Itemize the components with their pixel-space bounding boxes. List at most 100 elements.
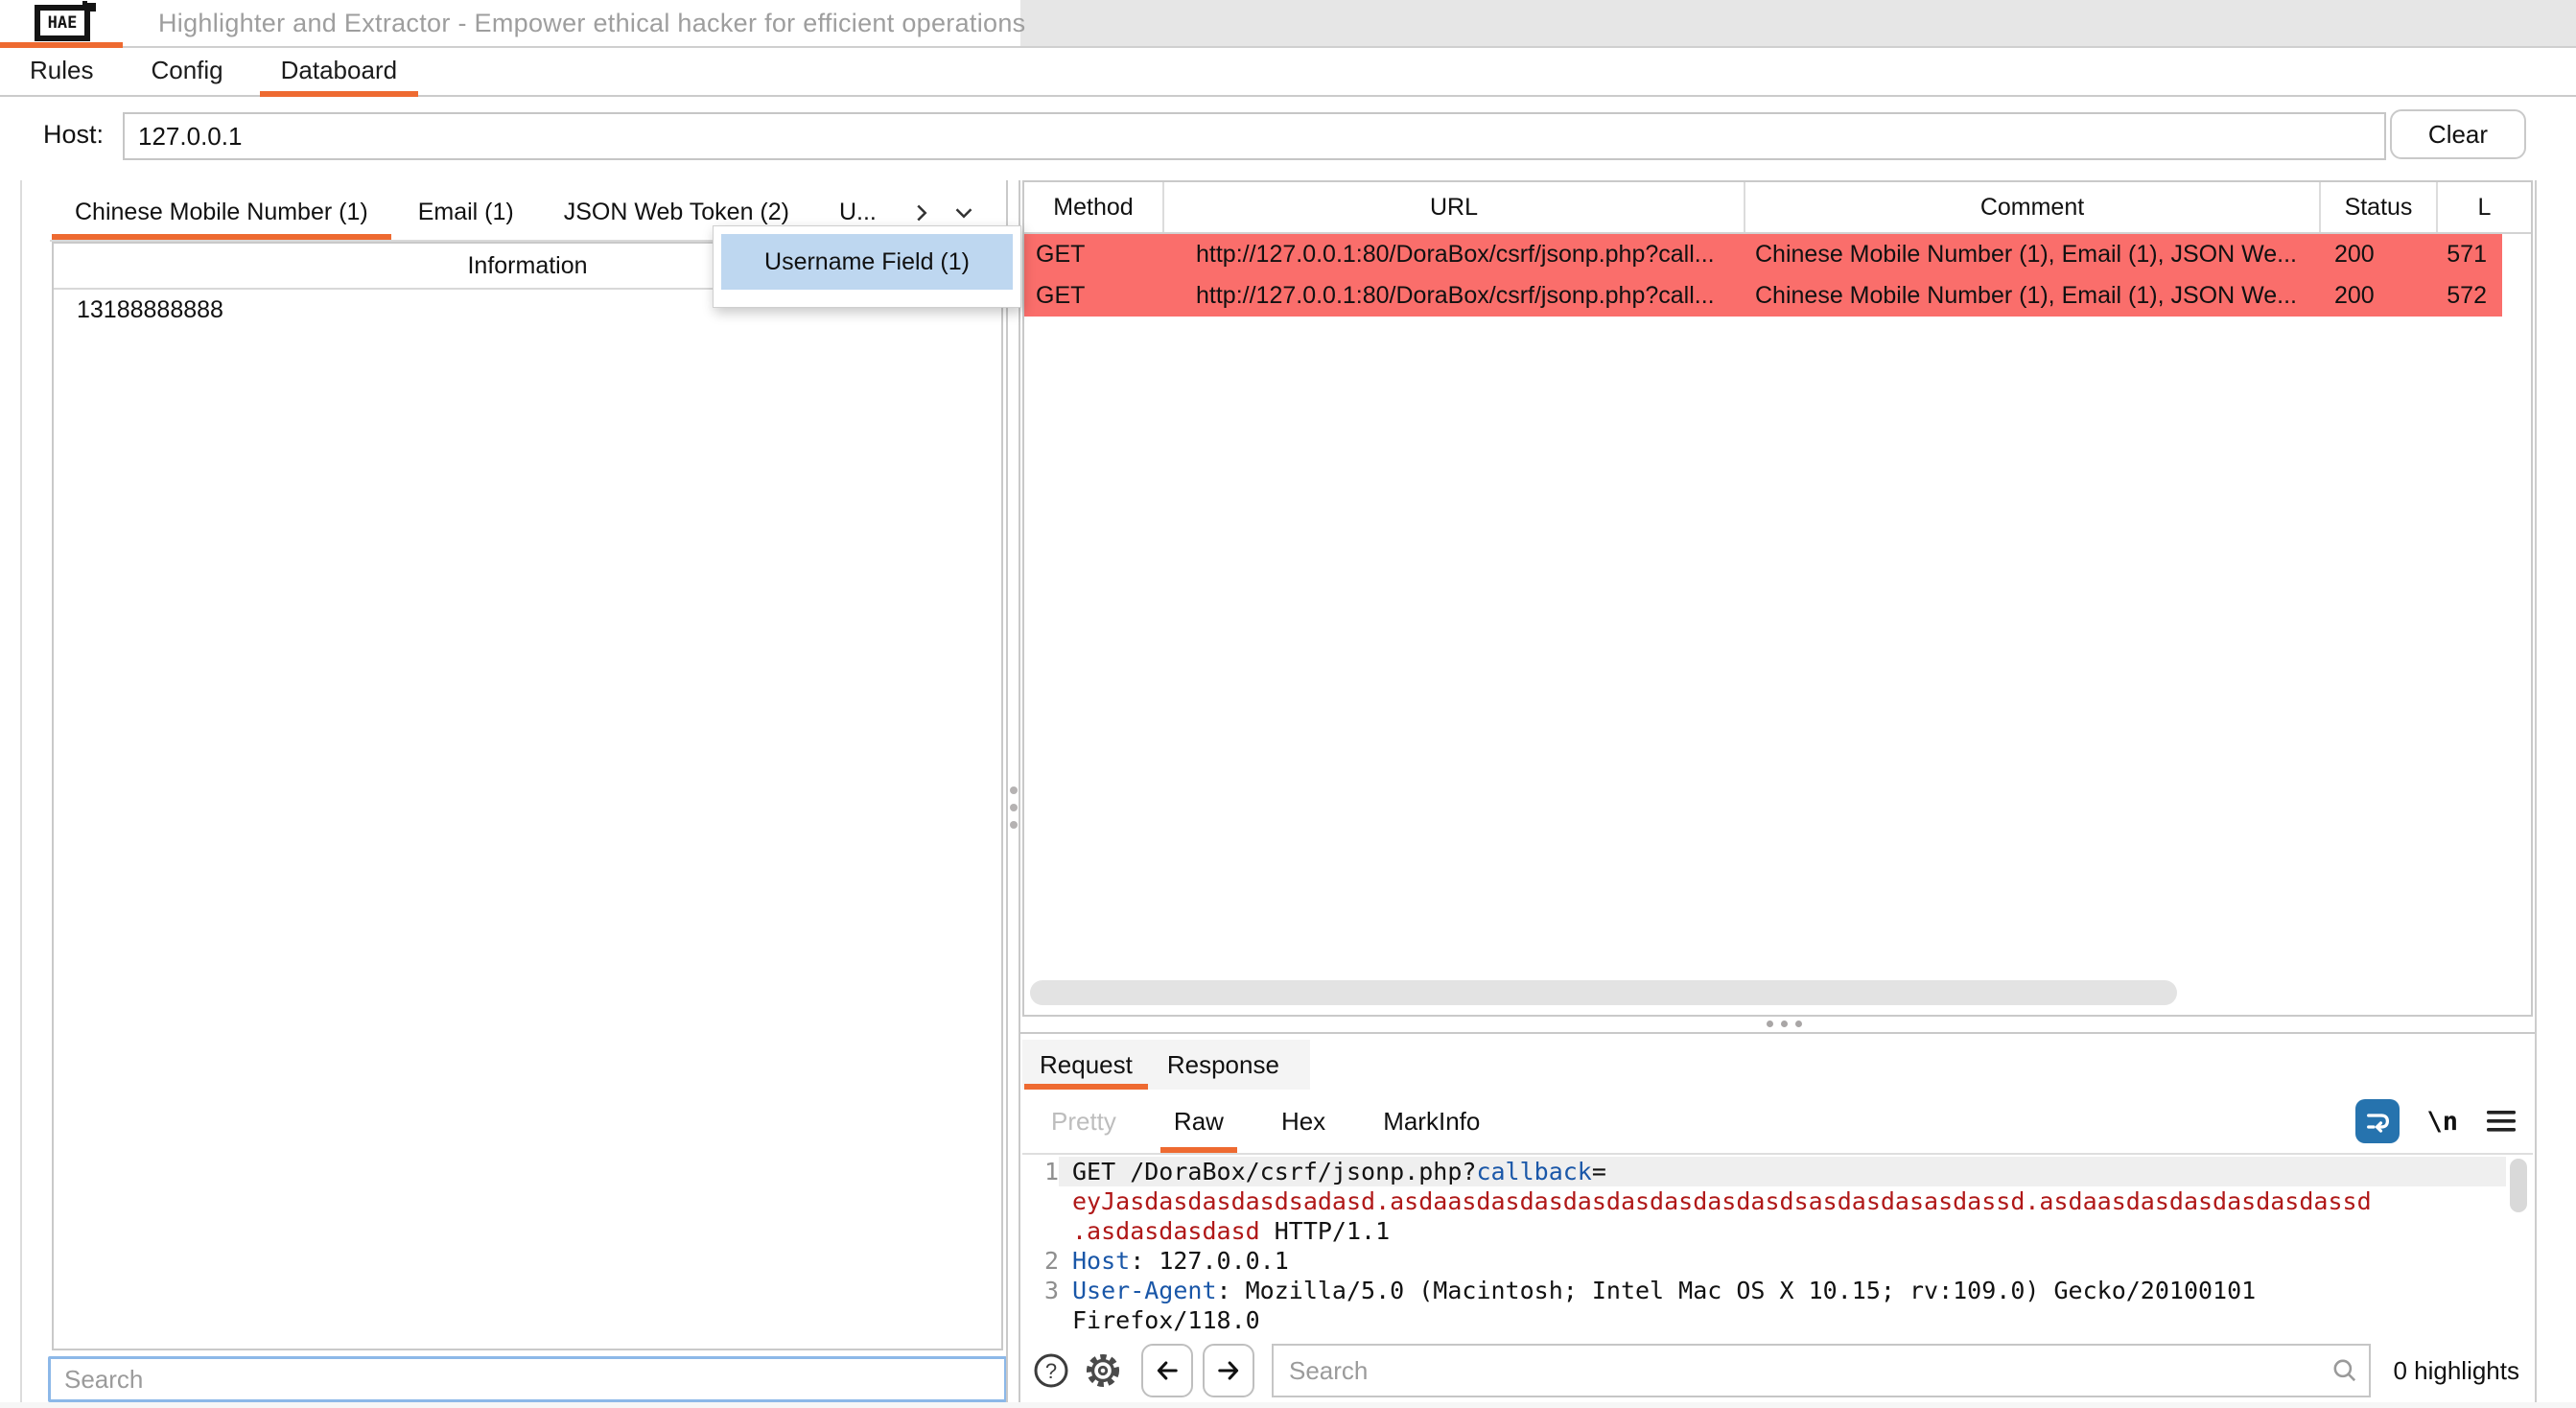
cell-comment: Chinese Mobile Number (1), Email (1), JS… <box>1745 275 2321 317</box>
prev-match-button[interactable] <box>1141 1344 1193 1397</box>
token-plain: Firefox/118.0 <box>1072 1306 1260 1334</box>
titlebar-background <box>1020 0 2576 46</box>
editor-line-number <box>1022 1216 1059 1246</box>
cell-method: GET <box>1024 234 1164 275</box>
editor-line: 2Host: 127.0.0.1 <box>1022 1246 2533 1276</box>
editor-line-content: .asdasdasdasd HTTP/1.1 <box>1059 1216 2506 1246</box>
cell-status: 200 <box>2321 234 2438 275</box>
editor-line-content: GET /DoraBox/csrf/jsonp.php?callback= <box>1059 1157 2506 1186</box>
token-header: Host <box>1072 1247 1130 1275</box>
editor-toolbar: \n <box>2355 1099 2517 1143</box>
vertical-splitter[interactable] <box>1006 180 1008 1408</box>
token-plain: : 127.0.0.1 <box>1130 1247 1289 1275</box>
vertical-splitter-handle[interactable] <box>1010 786 1018 838</box>
chevron-right-icon[interactable] <box>907 199 936 227</box>
editor-search-wrap <box>1272 1344 2371 1397</box>
left-search-input[interactable] <box>48 1356 1007 1402</box>
editor-line: 1GET /DoraBox/csrf/jsonp.php?callback= <box>1022 1157 2533 1186</box>
editor-line-number: 3 <box>1022 1276 1059 1305</box>
format-tab-raw[interactable]: Raw <box>1145 1090 1253 1153</box>
clear-button[interactable]: Clear <box>2390 109 2526 159</box>
column-header-method[interactable]: Method <box>1024 182 1164 232</box>
token-plain: HTTP/1.1 <box>1260 1217 1390 1245</box>
format-tab-hex[interactable]: Hex <box>1253 1090 1354 1153</box>
right-panel-border <box>2535 180 2537 1406</box>
svg-text:?: ? <box>1045 1359 1057 1383</box>
arrow-right-icon <box>1214 1356 1243 1385</box>
editor-line-number: 2 <box>1022 1246 1059 1276</box>
format-tab-list: PrettyRawHexMarkInfo <box>1022 1090 1509 1153</box>
view-tab-response[interactable]: Response <box>1150 1040 1297 1090</box>
hae-extension-window: HAE Highlighter and Extractor - Empower … <box>0 0 2576 1408</box>
magnifier-icon <box>2330 1356 2359 1385</box>
editor-search-input[interactable] <box>1272 1344 2371 1397</box>
horizontal-scrollbar-thumb[interactable] <box>1030 980 2177 1005</box>
editor-line: .asdasdasdasd HTTP/1.1 <box>1022 1216 2533 1246</box>
cell-url: http://127.0.0.1:80/DoraBox/csrf/jsonp.p… <box>1164 275 1745 317</box>
requests-table-panel: Method URL Comment Status L GEThttp://12… <box>1022 180 2533 1017</box>
cell-method: GET <box>1024 275 1164 317</box>
view-tab-bar: RequestResponse <box>1022 1040 1310 1090</box>
highlights-count: 0 highlights <box>2393 1356 2519 1386</box>
editor-line: Firefox/118.0 <box>1022 1305 2533 1335</box>
help-button[interactable]: ? <box>1030 1349 1072 1392</box>
tab-scroll-controls <box>907 199 978 227</box>
editor-line-content: User-Agent: Mozilla/5.0 (Macintosh; Inte… <box>1059 1276 2506 1305</box>
chevron-down-icon[interactable] <box>949 199 978 227</box>
main-tab-bar: RulesConfigDataboard <box>0 48 2576 97</box>
host-input[interactable] <box>123 112 2386 160</box>
vertical-splitter-line <box>1019 180 1020 1408</box>
token-value: .asdasdasdasd <box>1072 1217 1260 1245</box>
gear-icon <box>1082 1349 1124 1392</box>
hae-icon-tab[interactable]: HAE <box>0 0 123 46</box>
extract-tab-email-1[interactable]: Email (1) <box>393 186 539 239</box>
titlebar: HAE Highlighter and Extractor - Empower … <box>0 0 2576 48</box>
horizontal-splitter[interactable] <box>1019 1032 2535 1034</box>
arrow-left-icon <box>1153 1356 1182 1385</box>
settings-button[interactable] <box>1080 1348 1126 1394</box>
wrap-lines-button[interactable] <box>2355 1099 2400 1143</box>
left-panel-border <box>20 180 22 1404</box>
main-tab-databoard[interactable]: Databoard <box>252 48 426 95</box>
request-row[interactable]: GEThttp://127.0.0.1:80/DoraBox/csrf/json… <box>1024 275 2502 317</box>
extract-tab-chinese-mobile-number-1[interactable]: Chinese Mobile Number (1) <box>50 186 393 239</box>
hae-logo-icon: HAE <box>35 5 90 41</box>
editor-line-content: Firefox/118.0 <box>1059 1305 2506 1335</box>
editor-line-number <box>1022 1186 1059 1216</box>
token-plain: GET /DoraBox/csrf/jsonp.php? <box>1072 1158 1476 1185</box>
dropdown-item-username-field-1[interactable]: Username Field (1) <box>721 234 1013 290</box>
cell-length: 571 <box>2438 234 2502 275</box>
tab-overflow-dropdown: Username Field (1) <box>713 225 1021 308</box>
column-header-url[interactable]: URL <box>1164 182 1745 232</box>
next-match-button[interactable] <box>1203 1344 1254 1397</box>
column-header-status[interactable]: Status <box>2321 182 2438 232</box>
view-tab-strip: RequestResponse <box>1022 1040 2533 1090</box>
cell-status: 200 <box>2321 275 2438 317</box>
wrap-lines-icon <box>2362 1106 2393 1137</box>
cell-url: http://127.0.0.1:80/DoraBox/csrf/jsonp.p… <box>1164 234 1745 275</box>
format-tab-pretty[interactable]: Pretty <box>1022 1090 1145 1153</box>
cell-comment: Chinese Mobile Number (1), Email (1), JS… <box>1745 234 2321 275</box>
format-tab-markinfo[interactable]: MarkInfo <box>1354 1090 1509 1153</box>
column-header-comment[interactable]: Comment <box>1745 182 2321 232</box>
vertical-scrollbar-thumb[interactable] <box>2510 1159 2527 1212</box>
editor-line-number <box>1022 1305 1059 1335</box>
main-tab-rules[interactable]: Rules <box>1 48 122 95</box>
window-bottom-strip <box>0 1402 2576 1408</box>
request-editor[interactable]: 1GET /DoraBox/csrf/jsonp.php?callback=ey… <box>1022 1157 2533 1339</box>
extension-title: Highlighter and Extractor - Empower ethi… <box>158 0 1025 46</box>
editor-line-content: Host: 127.0.0.1 <box>1059 1246 2506 1276</box>
request-row[interactable]: GEThttp://127.0.0.1:80/DoraBox/csrf/json… <box>1024 234 2502 275</box>
token-param: callback <box>1476 1158 1591 1185</box>
horizontal-splitter-handle[interactable] <box>1767 1021 1802 1027</box>
token-header: User-Agent <box>1072 1277 1217 1304</box>
hae-tab-underline <box>0 42 123 48</box>
column-header-length[interactable]: L <box>2438 182 2531 232</box>
editor-menu-icon[interactable] <box>2485 1107 2517 1136</box>
view-tab-request[interactable]: Request <box>1022 1040 1150 1090</box>
editor-search-bar: ? 0 highlights <box>1022 1339 2533 1402</box>
newline-toggle[interactable]: \n <box>2426 1107 2458 1137</box>
main-tab-config[interactable]: Config <box>122 48 251 95</box>
format-tab-bar: PrettyRawHexMarkInfo \n <box>1022 1090 2533 1155</box>
host-label: Host: <box>43 107 104 161</box>
